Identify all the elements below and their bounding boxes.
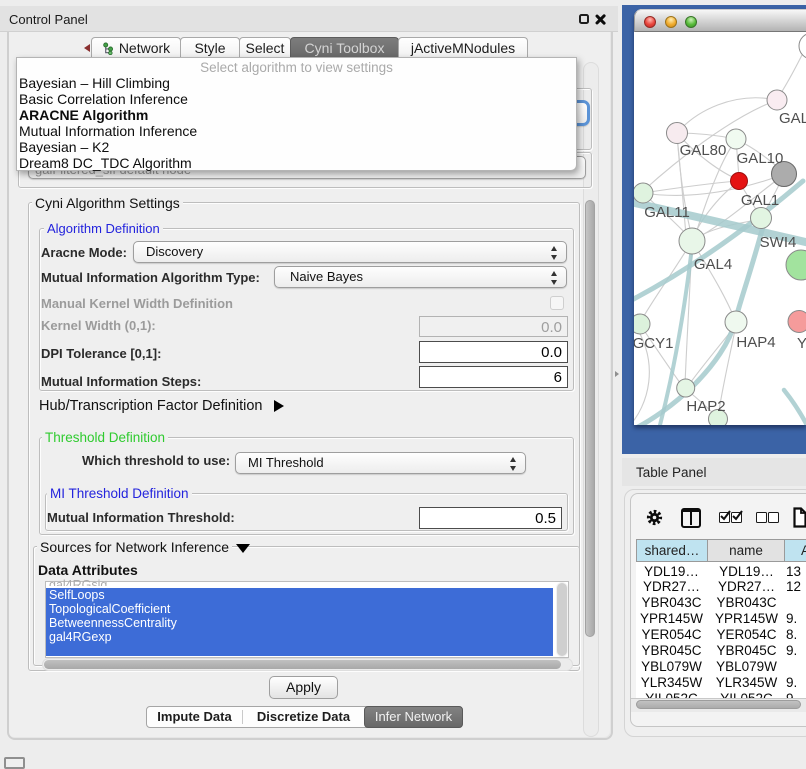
- svg-text:GAL4: GAL4: [694, 256, 732, 273]
- svg-text:HAP2: HAP2: [686, 398, 725, 415]
- svg-text:GAL1: GAL1: [741, 192, 779, 209]
- svg-text:GAL10: GAL10: [737, 150, 784, 167]
- svg-text:GCY1: GCY1: [634, 335, 673, 352]
- svg-text:GAL11: GAL11: [644, 204, 690, 221]
- svg-text:Y: Y: [797, 335, 806, 352]
- svg-text:GAL80: GAL80: [680, 142, 727, 159]
- svg-text:HAP4: HAP4: [736, 334, 775, 351]
- svg-text:SWI4: SWI4: [760, 234, 797, 251]
- svg-text:GAL7: GAL7: [779, 110, 806, 127]
